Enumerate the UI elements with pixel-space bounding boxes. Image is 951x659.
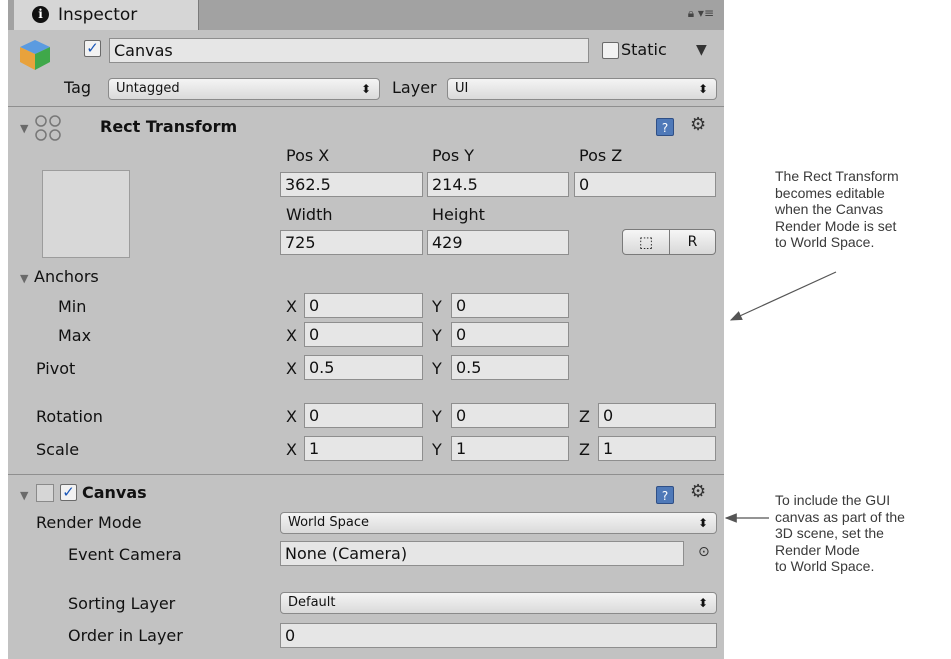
arrow-to-rect-transform xyxy=(729,271,837,321)
callout-arrows xyxy=(724,271,837,523)
